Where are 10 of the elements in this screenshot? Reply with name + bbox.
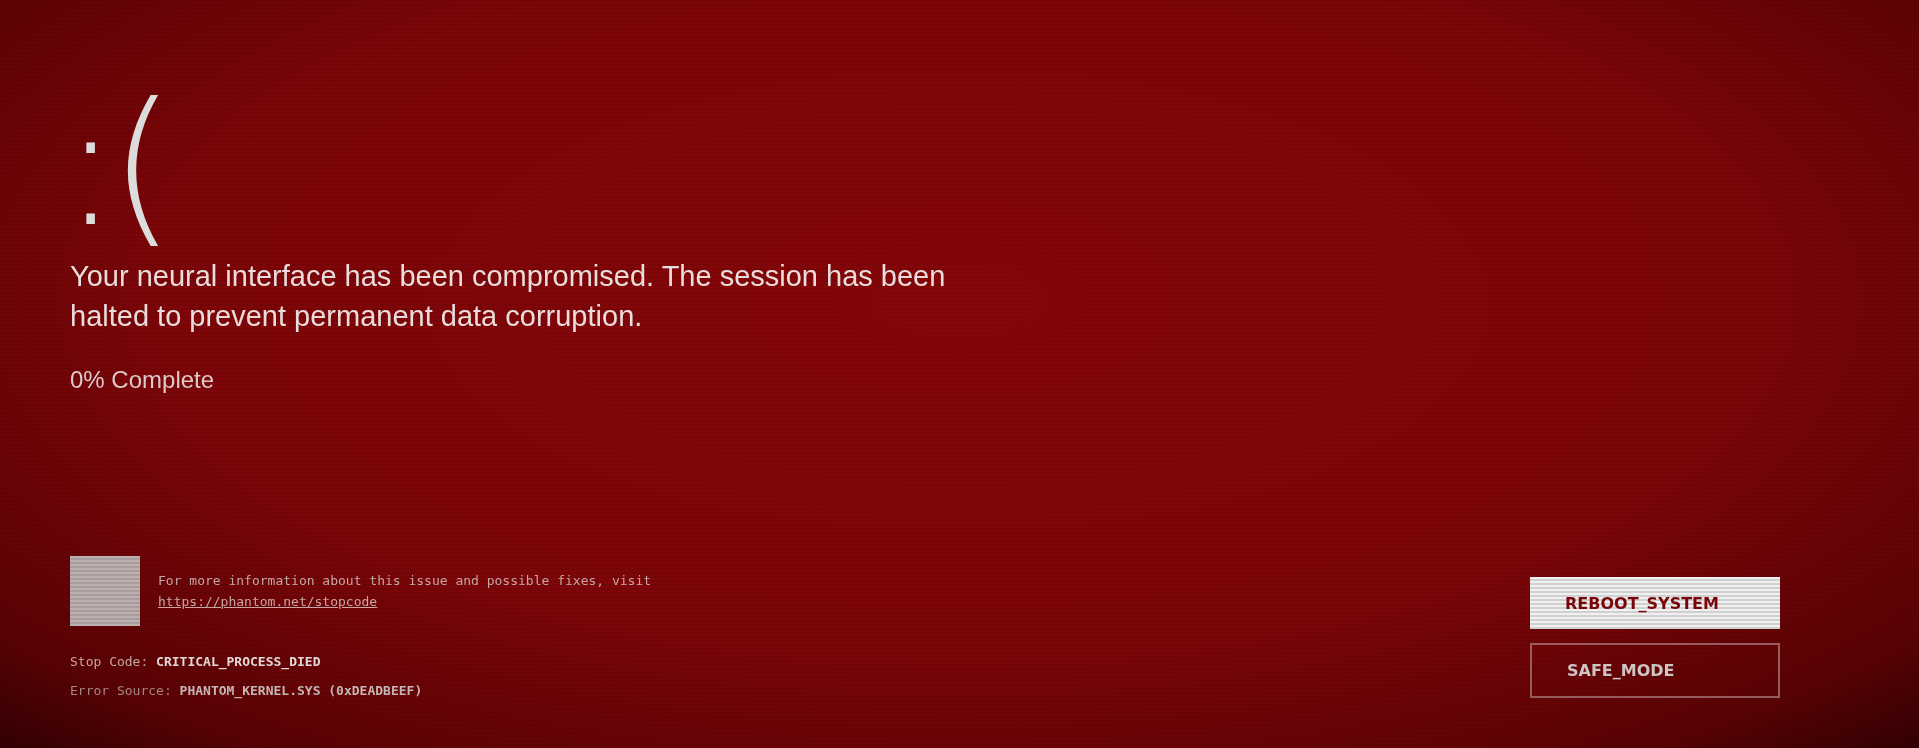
error-source-text: Error Source: PHANTOM_KERNEL.SYS (0xDEADBEEF) — [70, 683, 424, 698]
error-message: Your neural interface has been compromised. The session has been halted to prevent permanent data corruption. — [70, 259, 947, 334]
qr-square-icon — [70, 556, 140, 626]
stopcode-link[interactable]: https://phantom.net/stopcode — [158, 594, 378, 609]
info-text: For more information about this issue and possible fixes, visit — [158, 573, 652, 588]
stop-code-text: Stop Code: CRITICAL_PROCESS_DIED — [70, 654, 322, 669]
reboot-button[interactable]: REBOOT_SYSTEM — [1530, 577, 1780, 629]
sad-emoticon: :( — [62, 80, 166, 250]
safe-mode-button[interactable]: SAFE_MODE — [1530, 643, 1780, 698]
progress-text: 0% Complete — [70, 366, 215, 394]
